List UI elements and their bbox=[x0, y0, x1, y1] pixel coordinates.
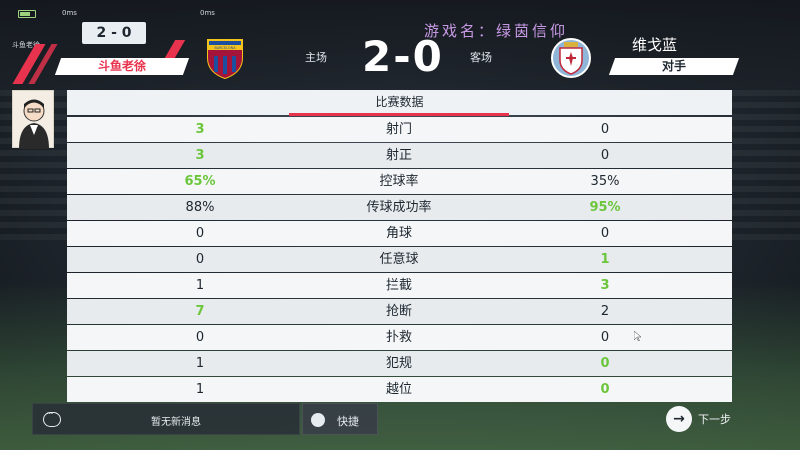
chat-bubble-icon bbox=[43, 409, 61, 427]
stat-away-value: 0 bbox=[600, 148, 610, 163]
message-box[interactable]: 暂无新消息 bbox=[32, 403, 300, 435]
stat-label: 射门 bbox=[385, 122, 412, 137]
stat-label: 射正 bbox=[385, 148, 412, 163]
stat-home-value: 7 bbox=[195, 304, 205, 319]
stat-home-value: 88% bbox=[185, 200, 215, 215]
stat-home-value: 3 bbox=[195, 122, 205, 137]
stat-home-value: 3 bbox=[195, 148, 205, 163]
stat-label: 扑救 bbox=[385, 330, 412, 345]
next-step-label: 下一步 bbox=[698, 413, 731, 426]
stat-row: 0 扑救 0 bbox=[67, 325, 732, 350]
ping-right: 0ms bbox=[200, 9, 215, 17]
away-label: 客场 bbox=[470, 51, 492, 64]
arrow-right-circle-icon: → bbox=[666, 406, 692, 432]
stat-away-value: 0 bbox=[600, 382, 610, 397]
stat-away-value: 95% bbox=[589, 200, 621, 215]
stat-away-value: 2 bbox=[600, 304, 610, 319]
stat-home-value: 0 bbox=[195, 226, 205, 241]
stat-label: 越位 bbox=[385, 382, 412, 397]
stat-label: 犯规 bbox=[385, 356, 412, 371]
mouse-pointer-icon bbox=[634, 331, 642, 341]
stat-row: 1 拦截 3 bbox=[67, 273, 732, 298]
stat-home-value: 0 bbox=[195, 330, 205, 345]
stat-away-value: 1 bbox=[600, 252, 610, 267]
stat-row: 65% 控球率 35% bbox=[67, 169, 732, 194]
stat-home-value: 1 bbox=[195, 278, 205, 293]
stat-row: 7 抢断 2 bbox=[67, 299, 732, 324]
game-name-watermark: 游戏名：绿茵信仰 bbox=[424, 22, 569, 40]
stat-label: 角球 bbox=[385, 226, 412, 241]
stat-row: 3 射门 0 bbox=[67, 117, 732, 142]
stat-home-value: 0 bbox=[195, 252, 205, 267]
stat-away-value: 0 bbox=[600, 226, 610, 241]
home-crest-text: BARCELONA bbox=[214, 46, 236, 50]
battery-icon bbox=[18, 10, 36, 18]
stat-home-value: 1 bbox=[195, 356, 205, 371]
next-step-button[interactable]: → 下一步 bbox=[666, 406, 756, 432]
person-icon bbox=[19, 99, 49, 149]
away-team-name: 对手 bbox=[661, 59, 686, 73]
stat-row: 88% 传球成功率 95% bbox=[67, 195, 732, 220]
stat-row: 0 角球 0 bbox=[67, 221, 732, 246]
status-bar: 0ms 0ms bbox=[12, 8, 217, 20]
stat-label: 拦截 bbox=[385, 278, 412, 293]
stat-row: 3 射正 0 bbox=[67, 143, 732, 168]
stat-away-value: 0 bbox=[600, 122, 610, 137]
home-team-name: 斗鱼老徐 bbox=[97, 59, 146, 73]
quick-chat-icon bbox=[311, 413, 325, 427]
message-text: 暂无新消息 bbox=[151, 417, 201, 428]
stat-rows: 3 射门 0 3 射正 0 65% 控球率 35% 88% 传球成功率 95% 0 角球 0 0 任意球 1 1 拦截… bbox=[67, 117, 732, 403]
stat-away-value: 3 bbox=[600, 278, 610, 293]
stat-away-value: 35% bbox=[590, 174, 620, 189]
stat-label: 传球成功率 bbox=[366, 200, 432, 215]
quick-chat-button[interactable]: 快捷 bbox=[302, 403, 378, 435]
stat-row: 1 犯规 0 bbox=[67, 351, 732, 376]
ping-left: 0ms bbox=[62, 9, 77, 17]
stat-label: 控球率 bbox=[379, 174, 419, 189]
stat-label: 抢断 bbox=[385, 304, 412, 319]
stat-row: 1 越位 0 bbox=[67, 377, 732, 402]
stat-home-value: 1 bbox=[195, 382, 205, 397]
match-stats-panel: 比赛数据 3 射门 0 3 射正 0 65% 控球率 35% 88% 传球成功率 95% 0 角球 0 0 任意… bbox=[67, 90, 732, 403]
stat-row: 0 任意球 1 bbox=[67, 247, 732, 272]
quick-chat-label: 快捷 bbox=[337, 415, 359, 428]
mini-scoreboard: 2 - 0 bbox=[82, 22, 146, 44]
stat-label: 任意球 bbox=[379, 252, 419, 267]
player-avatar[interactable] bbox=[12, 90, 54, 149]
panel-title-underline bbox=[289, 113, 509, 116]
home-label: 主场 bbox=[305, 51, 327, 64]
stat-home-value: 65% bbox=[184, 174, 216, 189]
away-team-crest-icon bbox=[551, 38, 591, 78]
away-team-title: 维戈蓝 bbox=[632, 36, 678, 54]
stat-away-value: 0 bbox=[600, 356, 610, 371]
home-team-crest-icon: BARCELONA bbox=[207, 39, 243, 80]
panel-title: 比赛数据 bbox=[67, 90, 732, 115]
